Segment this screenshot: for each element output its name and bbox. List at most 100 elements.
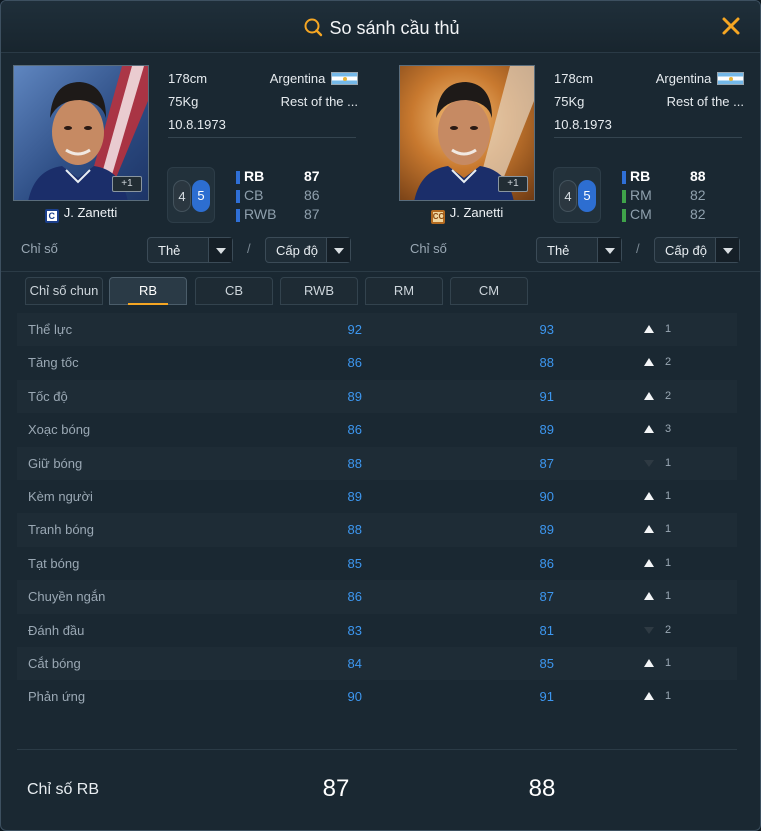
player-photo[interactable]: +1	[13, 65, 149, 201]
stat-row: Tăng tốc 86 88 2	[17, 346, 737, 379]
chevron-down-icon[interactable]	[326, 238, 350, 262]
stat-value-player1: 84	[347, 655, 362, 671]
position-name: RM	[630, 187, 652, 203]
player-club: Rest of the ...	[666, 94, 744, 109]
level-dropdown[interactable]: Cấp độ	[654, 237, 740, 263]
stat-diff: 1	[665, 656, 672, 669]
stat-diff: 1	[665, 590, 672, 603]
position-name: RB	[630, 168, 651, 184]
argentina-flag-icon	[717, 72, 744, 85]
chevron-down-icon[interactable]	[715, 238, 739, 262]
player-club: Rest of the ...	[280, 94, 358, 109]
search-icon	[304, 18, 323, 37]
position-row: RM 82	[622, 187, 722, 206]
dropdown-value: Thẻ	[158, 243, 181, 258]
tab-rm[interactable]: RM	[365, 277, 443, 305]
position-row: RWB 87	[236, 206, 336, 225]
stat-diff: 3	[665, 423, 672, 436]
card-season-badge: CC	[430, 210, 445, 224]
stat-value-player1: 85	[347, 555, 362, 571]
weak-foot-indicator: 4 5	[553, 167, 601, 223]
stat-diff: 1	[665, 489, 672, 502]
arrow-up-icon	[644, 525, 654, 534]
stat-diff: 1	[665, 556, 672, 569]
tab-cb[interactable]: CB	[195, 277, 273, 305]
player-nationality: Argentina	[269, 71, 326, 86]
level-dropdown[interactable]: Cấp độ	[265, 237, 351, 263]
stat-name: Giữ bóng	[28, 455, 83, 471]
position-row: CM 82	[622, 206, 722, 225]
stat-value-player2: 91	[539, 388, 554, 404]
summary-value-player1: 87	[322, 775, 350, 802]
divider	[554, 137, 742, 138]
stat-diff: 1	[665, 523, 672, 536]
position-bar	[622, 171, 626, 184]
divider	[168, 137, 356, 138]
stat-value-player1: 92	[347, 322, 362, 337]
filter-label: Chỉ số	[21, 241, 58, 256]
card-season-badge: C	[44, 209, 59, 223]
position-bar	[622, 209, 626, 222]
position-value: 82	[690, 187, 706, 203]
tab-cm[interactable]: CM	[450, 277, 528, 305]
position-name: RB	[244, 168, 265, 184]
arrow-up-icon	[644, 391, 654, 400]
stat-diff: 2	[665, 623, 672, 636]
chevron-down-icon[interactable]	[208, 238, 232, 262]
player-height: 178cm	[168, 71, 208, 86]
stat-value-player1: 86	[347, 422, 362, 438]
stat-row: Tranh bóng 88 89 1	[17, 513, 737, 547]
stat-value-player1: 90	[347, 689, 362, 705]
filter-row-right: Chỉ số Thẻ / Cấp độ	[408, 237, 758, 263]
chevron-down-icon[interactable]	[597, 238, 621, 262]
stat-value-player1: 89	[347, 488, 362, 504]
stats-table: Thể lực 92 93 1 Tăng tốc 86 88 2 Tốc độ 89 91 2 Xoạc…	[17, 313, 737, 714]
stat-row: Xoạc bóng 86 89 3	[17, 413, 737, 446]
tab-rb[interactable]: RB	[109, 277, 187, 305]
player-name: J. Zanetti	[449, 205, 504, 220]
position-row: RB 87	[236, 168, 336, 187]
position-bar	[622, 190, 626, 203]
player-photo[interactable]: +1	[399, 65, 535, 201]
position-value: 87	[304, 168, 320, 184]
arrow-down-icon	[644, 459, 654, 467]
position-bar	[236, 209, 240, 222]
player-birthdate: 10.8.1973	[168, 117, 226, 132]
player-name: J. Zanetti	[63, 205, 118, 220]
player-panel-right: +1 CC J. Zanetti 178cm Argentina 75Kg Rest …	[399, 65, 749, 265]
left-foot-value: 4	[173, 180, 191, 212]
card-dropdown[interactable]: Thẻ	[536, 237, 622, 263]
stat-row: Cắt bóng 84 85 1	[17, 646, 737, 681]
card-dropdown[interactable]: Thẻ	[147, 237, 233, 263]
stat-name: Phản ứng	[28, 689, 86, 705]
stat-value-player2: 87	[539, 589, 554, 605]
stat-value-player2: 89	[539, 422, 554, 438]
player-birthdate: 10.8.1973	[554, 117, 612, 132]
stat-value-player2: 90	[539, 488, 554, 504]
arrow-up-icon	[644, 692, 654, 701]
player-panel-left: +1 C J. Zanetti 178cm Argentina 75Kg Rest o…	[13, 65, 363, 265]
arrow-up-icon	[644, 491, 654, 500]
player-weight: 75Kg	[168, 94, 199, 109]
arrow-up-icon	[644, 558, 654, 567]
position-row: RB 88	[622, 168, 722, 187]
tab-rwb[interactable]: RWB	[280, 277, 358, 305]
position-value: 87	[304, 206, 320, 222]
position-ratings: RB 87 CB 86 RWB 87	[236, 168, 336, 225]
title-wrap: So sánh cầu thủ	[1, 17, 760, 39]
weak-foot-indicator: 4 5	[167, 167, 215, 223]
tab-general[interactable]: Chỉ số chun	[25, 277, 103, 305]
stat-diff: 1	[665, 456, 672, 469]
position-value: 88	[690, 168, 706, 184]
stat-value-player2: 93	[539, 322, 554, 337]
stat-value-player1: 88	[347, 522, 362, 538]
stat-value-player1: 89	[347, 388, 362, 404]
right-foot-value: 5	[192, 180, 210, 212]
close-icon[interactable]	[720, 15, 742, 37]
stat-row: Tạt bóng 85 86 1	[17, 547, 737, 580]
player-name-row: C J. Zanetti	[13, 205, 149, 223]
position-ratings: RB 88 RM 82 CM 82	[622, 168, 722, 225]
stat-value-player1: 83	[347, 622, 362, 638]
stat-value-player2: 86	[539, 555, 554, 571]
stat-diff: 1	[665, 323, 672, 335]
